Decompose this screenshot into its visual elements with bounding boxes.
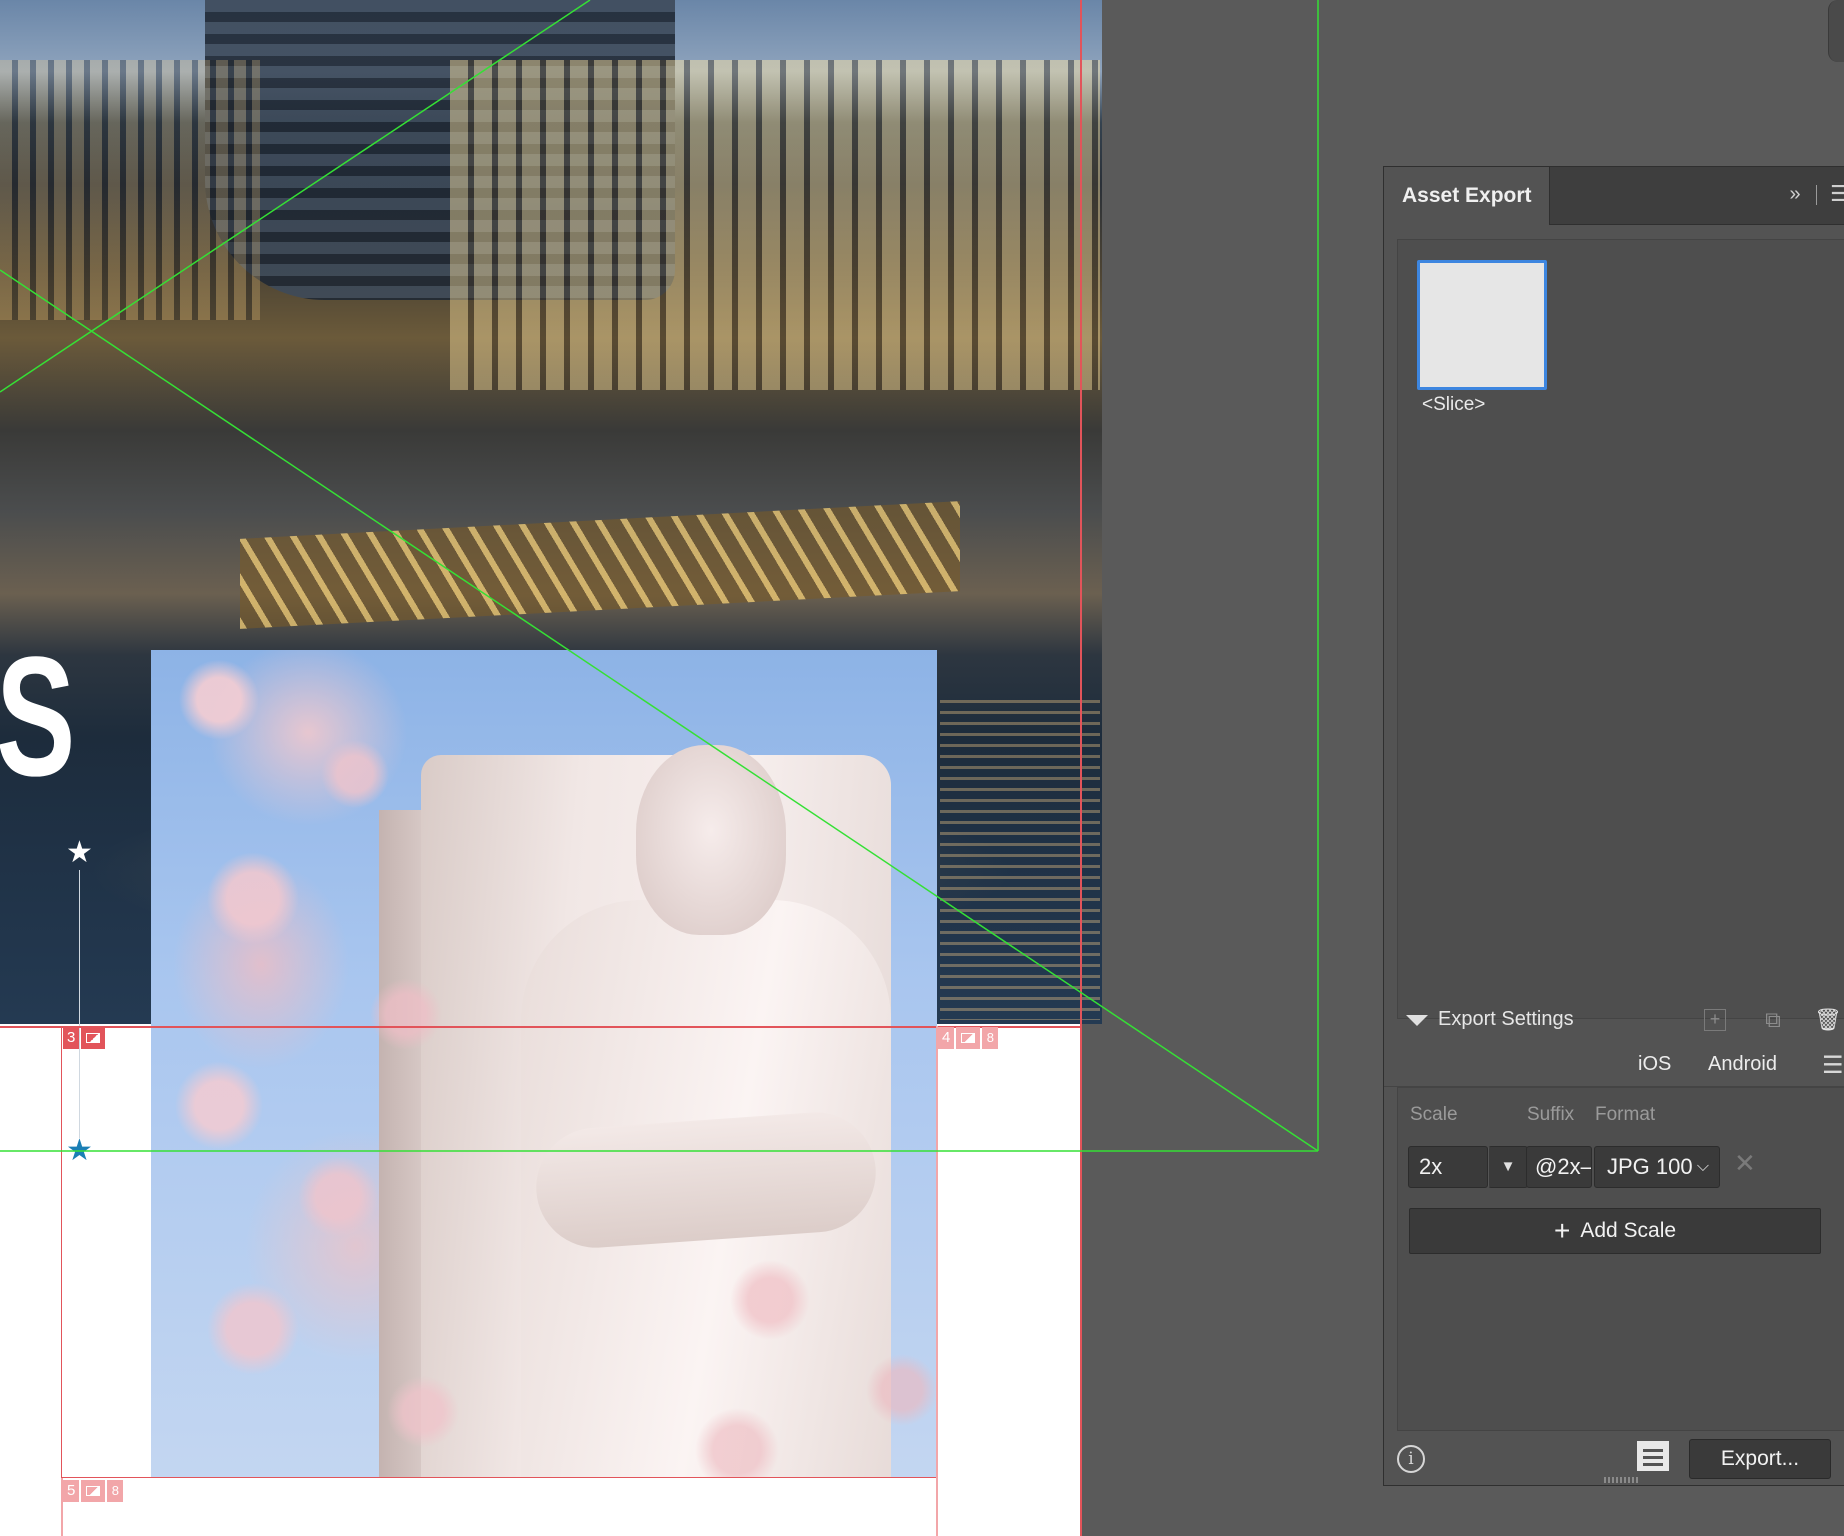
tab-separator [1816, 185, 1817, 205]
asset-list[interactable]: <Slice> [1397, 239, 1844, 1019]
remove-scale-icon[interactable]: ✕ [1734, 1148, 1756, 1179]
batch-export-settings-icon[interactable] [1637, 1441, 1669, 1471]
asset-export-panel[interactable]: Asset Export » ☰ <Slice> Export Settings… [1383, 166, 1844, 1486]
add-scale-button[interactable]: + Add Scale [1409, 1208, 1821, 1254]
scale-settings: Scale Suffix Format 2x ▼ @2x– JPG 100 ⌵ … [1397, 1087, 1844, 1431]
list-options-icon[interactable]: ☰ [1822, 1051, 1844, 1079]
scale-column-header: Scale [1410, 1104, 1458, 1125]
guide-diagonal-1 [0, 269, 1319, 1152]
export-button[interactable]: Export... [1689, 1439, 1831, 1479]
format-column-header: Format [1595, 1104, 1656, 1125]
trash-icon[interactable]: 🗑 [1814, 1007, 1842, 1033]
tab-asset-export[interactable]: Asset Export [1384, 167, 1550, 225]
suffix-field[interactable]: @2x– [1526, 1146, 1592, 1188]
panel-resize-grip[interactable] [1604, 1477, 1640, 1483]
ios-preset-button[interactable]: iOS [1638, 1053, 1671, 1076]
plus-icon: + [1553, 1215, 1571, 1246]
add-asset-icon[interactable]: + [1704, 1009, 1726, 1031]
disclosure-triangle-icon[interactable] [1406, 1015, 1428, 1026]
panel-dock-handle[interactable] [1828, 0, 1844, 62]
info-icon[interactable]: i [1397, 1445, 1425, 1473]
scale-dropdown-icon[interactable]: ▼ [1488, 1146, 1528, 1188]
panel-tab-bar: Asset Export » ☰ [1384, 167, 1844, 225]
panel-menu-icon[interactable]: ☰ [1830, 181, 1844, 209]
export-settings-title[interactable]: Export Settings [1438, 1008, 1574, 1031]
guide-diagonal-2 [0, 0, 591, 393]
add-scale-label: Add Scale [1580, 1219, 1677, 1242]
asset-thumbnail[interactable] [1417, 260, 1547, 390]
format-value: JPG 100 [1607, 1154, 1693, 1179]
scale-field[interactable]: 2x [1408, 1146, 1488, 1188]
android-preset-button[interactable]: Android [1708, 1053, 1777, 1076]
suffix-column-header: Suffix [1527, 1104, 1575, 1125]
duplicate-asset-icon[interactable]: ⧉ [1760, 1007, 1786, 1033]
asset-label[interactable]: <Slice> [1422, 394, 1485, 416]
chevron-down-icon: ⌵ [1696, 1158, 1709, 1175]
platform-presets: iOS Android ☰ [1384, 1045, 1844, 1087]
format-select[interactable]: JPG 100 ⌵ [1594, 1146, 1720, 1188]
export-settings-header: Export Settings + ⧉ 🗑 [1384, 997, 1844, 1045]
collapse-panel-icon[interactable]: » [1782, 183, 1808, 207]
